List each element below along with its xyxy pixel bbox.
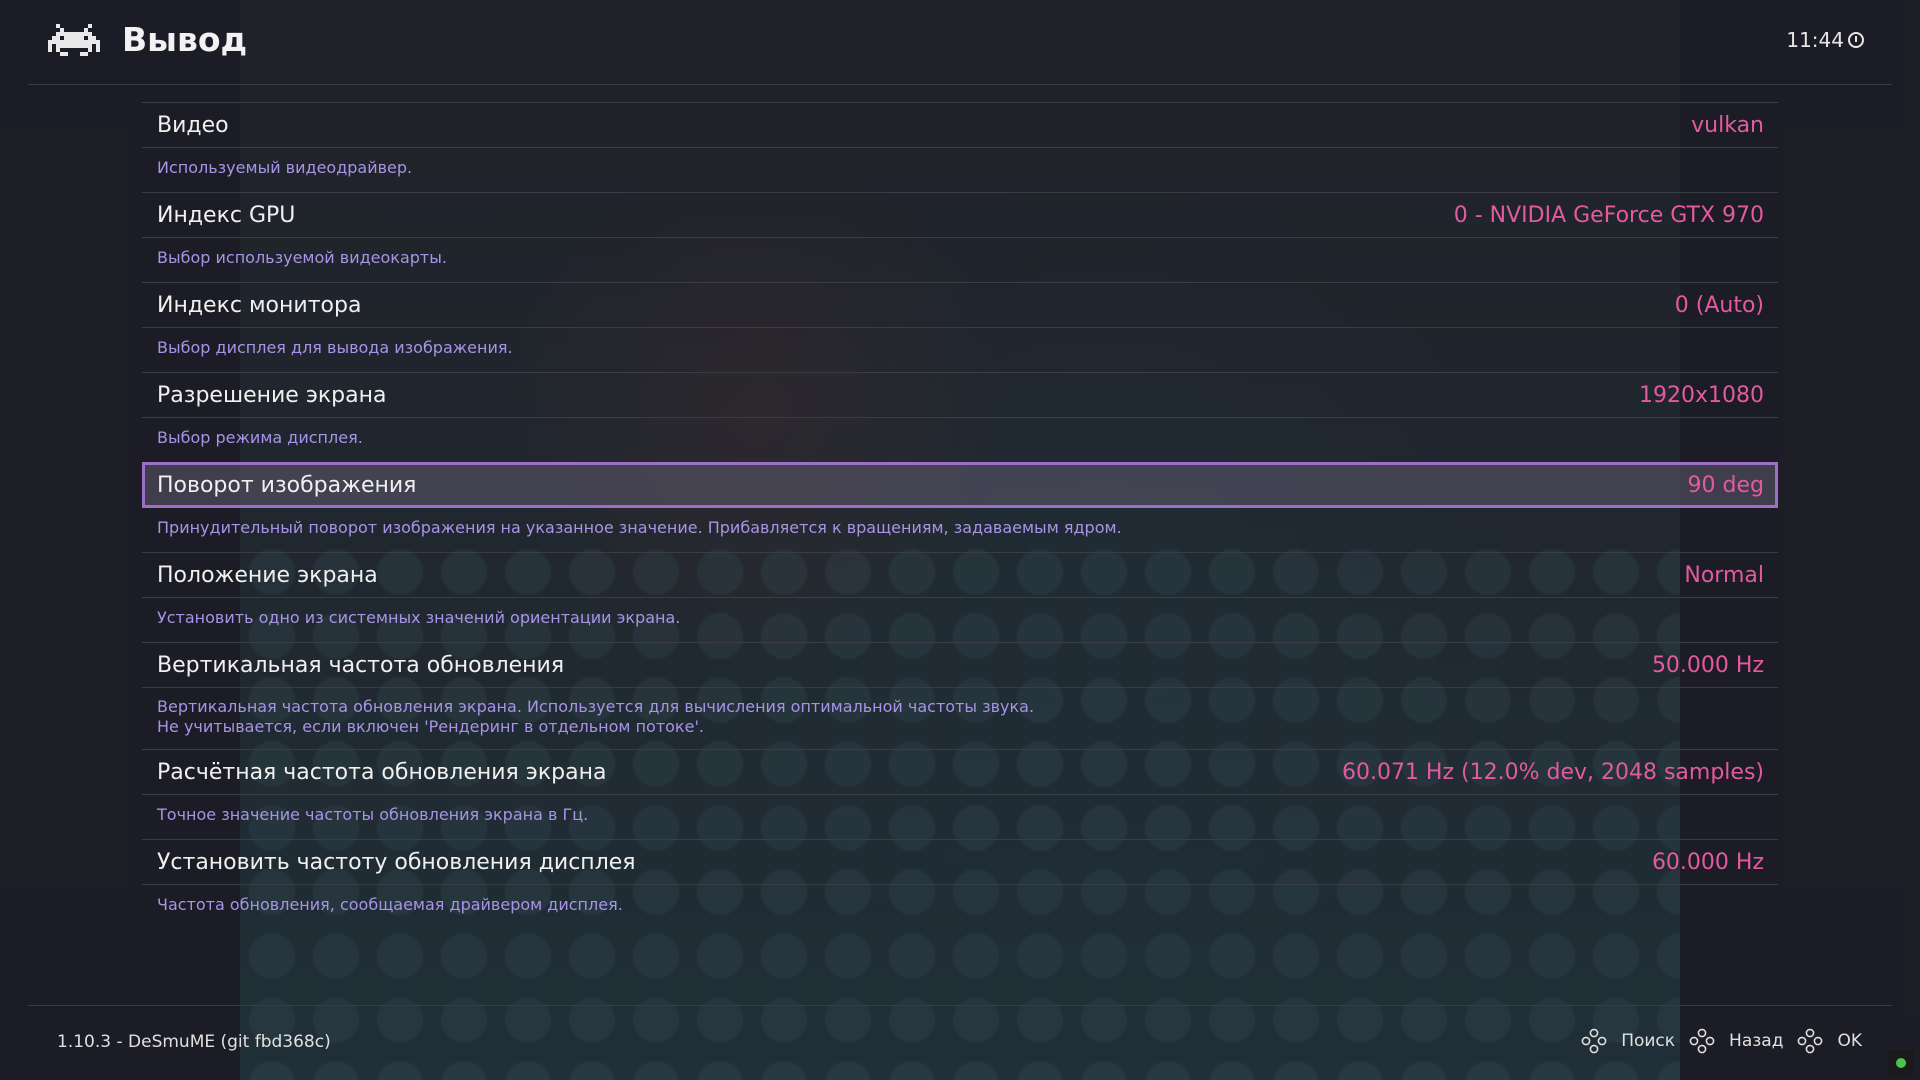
gamepad-buttons-icon <box>1581 1028 1607 1054</box>
setting-value: 1920x1080 <box>1639 382 1764 408</box>
setting-description: Выбор используемой видеокарты. <box>142 238 1778 282</box>
setting-description: Выбор режима дисплея. <box>142 418 1778 462</box>
setting-row[interactable]: Положение экрана Normal <box>142 552 1778 598</box>
setting-row[interactable]: Вертикальная частота обновления 50.000 Hz <box>142 642 1778 688</box>
setting-label: Видео <box>157 112 229 138</box>
setting-label: Разрешение экрана <box>157 382 387 408</box>
clock-time: 11:44 <box>1786 28 1844 52</box>
hint-label: Назад <box>1729 1031 1784 1051</box>
setting-label: Индекс GPU <box>157 202 296 228</box>
setting-row[interactable]: Видео vulkan <box>142 102 1778 148</box>
setting-label: Поворот изображения <box>157 472 417 498</box>
setting-entry: Установить частоту обновления дисплея 60.… <box>142 839 1778 929</box>
setting-label: Вертикальная частота обновления <box>157 652 565 678</box>
setting-description: Частота обновления, сообщаемая драйвером… <box>142 885 1778 929</box>
settings-list: Видео vulkan Используемый видеодрайвер. Инд… <box>142 102 1778 929</box>
setting-description-line: Не учитывается, если включен 'Рендеринг … <box>157 717 704 736</box>
setting-description-line: Выбор используемой видеокарты. <box>157 248 447 267</box>
header: Вывод 11:44 <box>28 0 1892 85</box>
setting-description-line: Принудительный поворот изображения на ук… <box>157 518 1122 537</box>
setting-value: 50.000 Hz <box>1651 652 1764 678</box>
setting-entry: Разрешение экрана 1920x1080 Выбор режима д… <box>142 372 1778 462</box>
setting-value: 60.071 Hz (12.0% dev, 2048 samples) <box>1341 759 1764 785</box>
setting-entry: Индекс GPU 0 - NVIDIA GeForce GTX 970 Выбо… <box>142 192 1778 282</box>
setting-description: Точное значение частоты обновления экран… <box>142 795 1778 839</box>
status-indicator <box>1888 1050 1914 1076</box>
hint-1[interactable]: Назад <box>1689 1028 1783 1054</box>
setting-entry: Индекс монитора 0 (Auto) Выбор дисплея для… <box>142 282 1778 372</box>
setting-entry: Поворот изображения 90 deg Принудительный … <box>142 462 1778 552</box>
gamepad-buttons-icon <box>1798 1028 1823 1054</box>
setting-description: Установить одно из системных значений ор… <box>142 598 1778 642</box>
setting-value: 60.000 Hz <box>1651 849 1764 875</box>
setting-entry: Расчётная частота обновления экрана 60.07… <box>142 749 1778 839</box>
setting-entry: Положение экрана Normal Установить одно из… <box>142 552 1778 642</box>
setting-row[interactable]: Индекс монитора 0 (Auto) <box>142 282 1778 328</box>
setting-value: 0 (Auto) <box>1674 292 1764 318</box>
setting-description-line: Установить одно из системных значений ор… <box>157 608 681 627</box>
setting-description: Вертикальная частота обновления экрана. … <box>142 688 1778 749</box>
setting-description-line: Выбор дисплея для вывода изображения. <box>157 338 513 357</box>
hint-0[interactable]: Поиск <box>1581 1028 1675 1054</box>
retroarch-invader-icon <box>48 24 100 56</box>
setting-value: Normal <box>1684 562 1764 588</box>
setting-label: Индекс монитора <box>157 292 362 318</box>
setting-description: Используемый видеодрайвер. <box>142 148 1778 192</box>
setting-description-line: Вертикальная частота обновления экрана. … <box>157 697 1035 716</box>
screen: Вывод 11:44 Видео vulkan Используемый виде… <box>0 0 1920 1080</box>
setting-row[interactable]: Поворот изображения 90 deg <box>142 462 1778 508</box>
setting-label: Положение экрана <box>157 562 378 588</box>
hint-label: OK <box>1837 1031 1862 1051</box>
setting-description-line: Используемый видеодрайвер. <box>157 158 413 177</box>
setting-row[interactable]: Расчётная частота обновления экрана 60.07… <box>142 749 1778 795</box>
clock-icon <box>1848 32 1864 48</box>
setting-description-line: Частота обновления, сообщаемая драйвером… <box>157 895 623 914</box>
setting-row[interactable]: Индекс GPU 0 - NVIDIA GeForce GTX 970 <box>142 192 1778 238</box>
setting-label: Расчётная частота обновления экрана <box>157 759 607 785</box>
setting-value: 0 - NVIDIA GeForce GTX 970 <box>1453 202 1764 228</box>
setting-entry: Видео vulkan Используемый видеодрайвер. <box>142 102 1778 192</box>
setting-description-line: Точное значение частоты обновления экран… <box>157 805 589 824</box>
hint-label: Поиск <box>1621 1031 1676 1051</box>
controller-hints: Поиск Назад OK <box>1581 1028 1862 1054</box>
setting-entry: Вертикальная частота обновления 50.000 Hz… <box>142 642 1778 749</box>
setting-row[interactable]: Разрешение экрана 1920x1080 <box>142 372 1778 418</box>
setting-description: Принудительный поворот изображения на ук… <box>142 508 1778 552</box>
setting-row[interactable]: Установить частоту обновления дисплея 60.… <box>142 839 1778 885</box>
clock: 11:44 <box>1786 28 1864 52</box>
page-title: Вывод <box>122 20 248 59</box>
gamepad-buttons-icon <box>1689 1028 1715 1054</box>
setting-description: Выбор дисплея для вывода изображения. <box>142 328 1778 372</box>
setting-label: Установить частоту обновления дисплея <box>157 849 636 875</box>
core-version-label: 1.10.3 - DeSmuME (git fbd368c) <box>57 1032 331 1052</box>
setting-value: 90 deg <box>1687 472 1764 498</box>
footer: 1.10.3 - DeSmuME (git fbd368c) Поиск Наза… <box>28 1005 1914 1080</box>
setting-description-line: Выбор режима дисплея. <box>157 428 363 447</box>
setting-value: vulkan <box>1691 112 1764 138</box>
hint-2[interactable]: OK <box>1797 1028 1862 1054</box>
